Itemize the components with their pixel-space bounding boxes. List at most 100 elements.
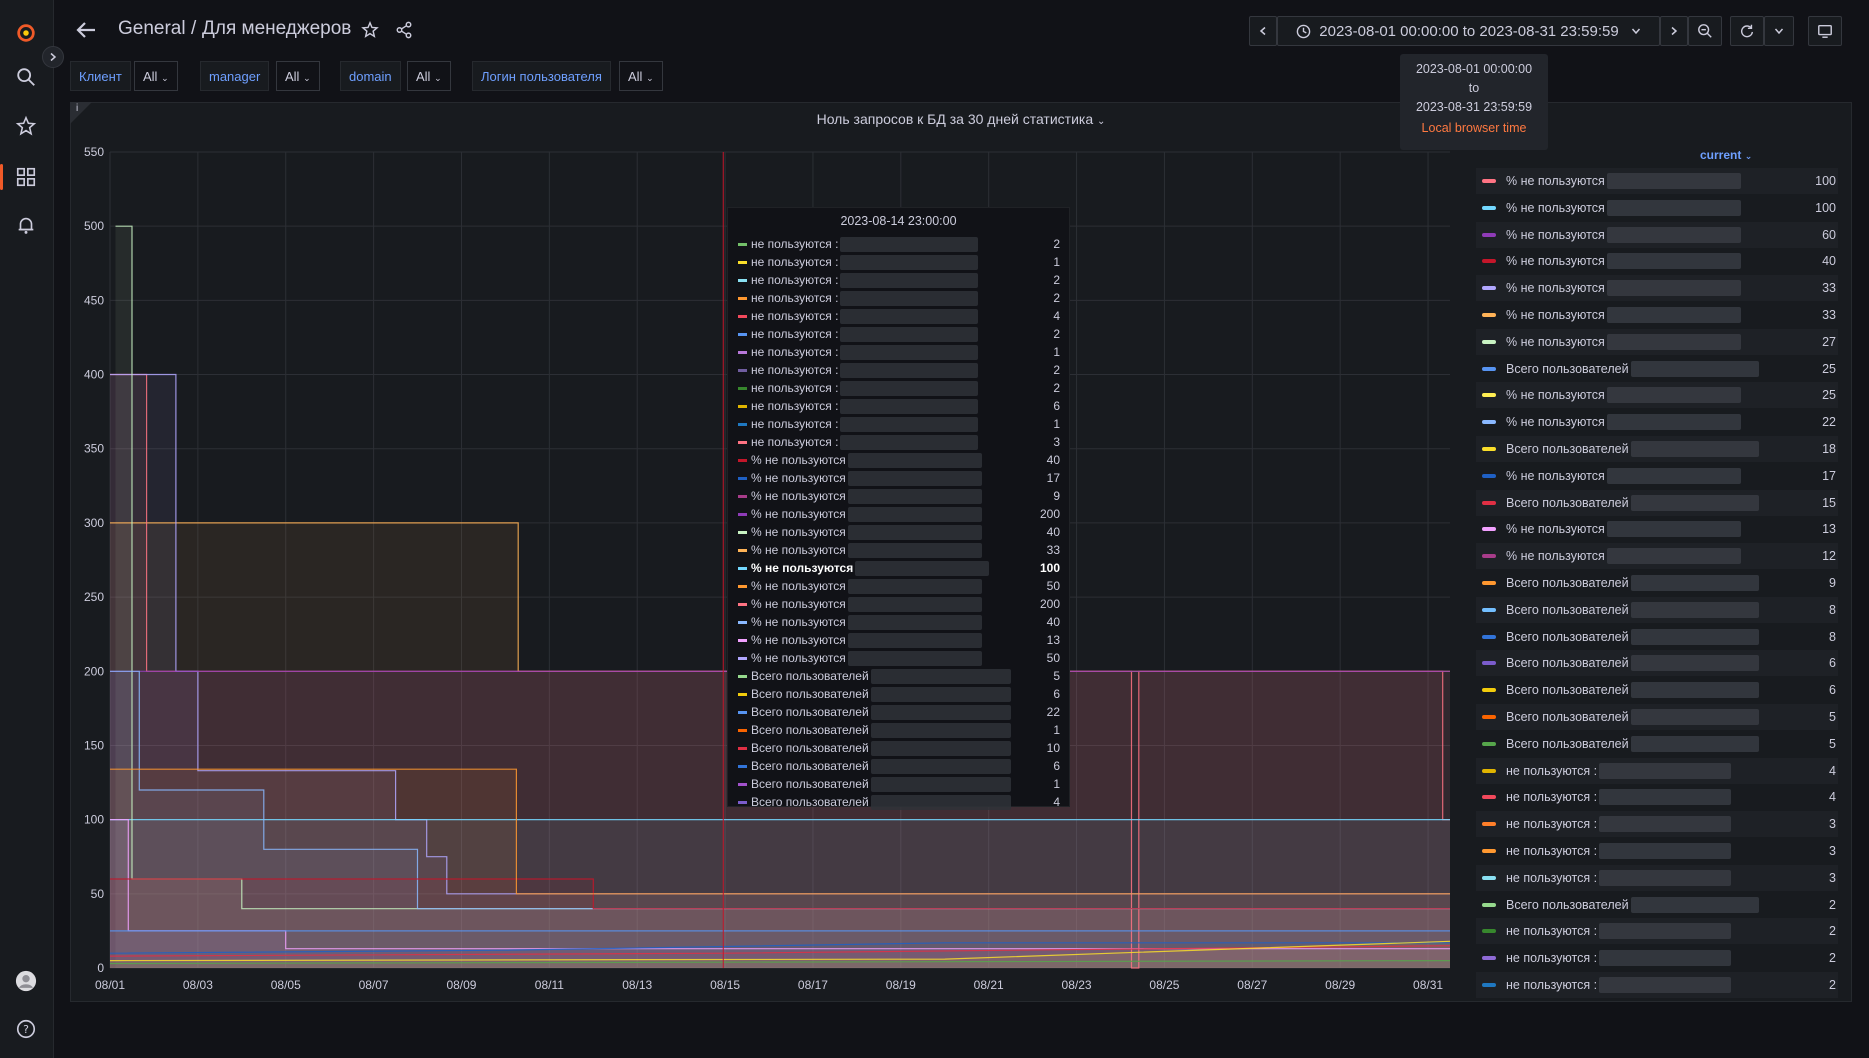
tooltip-color-swatch: [738, 260, 747, 264]
tooltip-series-value: 22: [1046, 705, 1060, 719]
legend-item-value: 2: [1829, 924, 1836, 939]
legend-item[interactable]: % не пользуются 60: [1476, 221, 1838, 248]
tooltip-color-swatch: [738, 494, 747, 498]
legend-item[interactable]: % не пользуются 100: [1476, 195, 1838, 221]
legend-item[interactable]: не пользуются : 4: [1476, 757, 1838, 784]
legend-item-name: % не пользуются: [1506, 388, 1605, 403]
legend-item[interactable]: Всего пользователей 8: [1476, 596, 1838, 623]
legend-item[interactable]: Всего пользователей 9: [1476, 570, 1838, 596]
redacted-series-label: [1606, 307, 1741, 323]
redacted-series-label: [1606, 387, 1741, 404]
tooltip-row: Всего пользователей 6: [738, 685, 1060, 703]
tooltip-series-value: 4: [1053, 309, 1060, 323]
y-tick-label: 100: [84, 813, 104, 827]
legend-item[interactable]: не пользуются : 2: [1476, 918, 1838, 945]
tooltip-color-swatch: [738, 350, 747, 354]
tooltip-row: % не пользуются 50: [738, 577, 1060, 595]
tooltip-color-swatch: [738, 728, 747, 732]
legend-item[interactable]: Всего пользователей 6: [1476, 650, 1838, 677]
redacted-series-label: [870, 740, 1011, 756]
legend-item[interactable]: Всего пользователей 18: [1476, 436, 1838, 462]
legend-item-name: Всего пользователей: [1506, 602, 1629, 617]
tooltip-series-name: Всего пользователей: [751, 705, 869, 719]
tooltip-series-name: % не пользуются: [751, 471, 846, 485]
legend-item-name: % не пользуются: [1506, 281, 1605, 296]
legend-item[interactable]: не пользуются : 3: [1476, 838, 1838, 864]
legend-color-swatch: [1482, 259, 1496, 264]
redacted-series-label: [1630, 896, 1759, 913]
tooltip-series-value: 100: [1039, 561, 1060, 575]
tooltip-color-swatch: [738, 386, 747, 390]
tooltip-series-value: 4: [1053, 795, 1060, 809]
redacted-series-label: [1599, 977, 1732, 993]
tooltip-row: % не пользуются 40: [738, 451, 1060, 469]
expand-menu-button[interactable]: [42, 46, 64, 68]
legend-item-value: 25: [1822, 361, 1836, 376]
tooltip-series-name: % не пользуются: [751, 525, 846, 539]
redacted-series-label: [1599, 843, 1732, 859]
legend-item[interactable]: Всего пользователей 15: [1476, 489, 1838, 516]
legend-item-value: 33: [1822, 308, 1836, 322]
redacted-series-label: [1599, 923, 1732, 940]
legend-item[interactable]: Всего пользователей 2: [1476, 892, 1838, 918]
redacted-series-label: [1630, 601, 1759, 618]
legend-item[interactable]: Всего пользователей 6: [1476, 677, 1838, 703]
legend-item[interactable]: не пользуются : 3: [1476, 864, 1838, 891]
redacted-series-label: [847, 650, 982, 666]
x-tick-label: 08/29: [1325, 978, 1355, 992]
tooltip-series-value: 3: [1053, 435, 1060, 449]
legend-item[interactable]: Всего пользователей 5: [1476, 704, 1838, 730]
tooltip-series-name: не пользуются :: [751, 237, 839, 251]
legend-item[interactable]: % не пользуются 40: [1476, 248, 1838, 274]
redacted-series-label: [840, 308, 979, 324]
tooltip-color-swatch: [738, 530, 747, 534]
tooltip-row: не пользуются : 2: [738, 361, 1060, 379]
legend-item[interactable]: % не пользуются 100: [1476, 168, 1838, 194]
tooltip-series-value: 40: [1046, 525, 1060, 539]
legend-color-swatch: [1482, 205, 1496, 210]
legend-color-swatch: [1482, 607, 1496, 612]
legend-color-swatch: [1482, 313, 1496, 317]
redacted-series-label: [847, 632, 982, 648]
tooltip-series-name: Всего пользователей: [751, 723, 869, 737]
legend-item-value: 3: [1829, 844, 1836, 858]
y-tick-label: 300: [84, 516, 104, 530]
legend-item[interactable]: не пользуются : 2: [1476, 945, 1838, 971]
tooltip-series-value: 6: [1053, 687, 1060, 701]
legend-item-value: 13: [1822, 522, 1836, 537]
legend-item[interactable]: % не пользуются 12: [1476, 543, 1838, 570]
legend-item-name: Всего пользователей: [1506, 683, 1629, 698]
tooltip-time: 2023-08-14 23:00:00: [840, 214, 957, 228]
redacted-series-label: [840, 398, 979, 414]
legend-item-value: 15: [1822, 495, 1836, 510]
legend-item-value: 4: [1829, 790, 1836, 805]
legend-item-name: % не пользуются: [1506, 200, 1605, 215]
legend-item[interactable]: Всего пользователей 5: [1476, 731, 1838, 757]
legend-item[interactable]: не пользуются : 3: [1476, 811, 1838, 838]
legend-item[interactable]: % не пользуются 25: [1476, 382, 1838, 409]
legend-item[interactable]: % не пользуются 13: [1476, 516, 1838, 542]
legend-item[interactable]: не пользуются : 2: [1476, 972, 1838, 998]
legend-item[interactable]: Всего пользователей 8: [1476, 624, 1838, 650]
legend-item[interactable]: % не пользуются 33: [1476, 302, 1838, 328]
tooltip-row: Всего пользователей 4: [738, 793, 1060, 811]
legend-item-value: 17: [1822, 468, 1836, 483]
legend-item[interactable]: не пользуются : 4: [1476, 784, 1838, 810]
legend-item-value: 2: [1829, 978, 1836, 992]
legend-item[interactable]: Всего пользователей 25: [1476, 356, 1838, 382]
tooltip-color-swatch: [738, 764, 747, 768]
legend-item[interactable]: % не пользуются 17: [1476, 463, 1838, 489]
redacted-series-label: [870, 758, 1011, 774]
tooltip-row: % не пользуются 100: [738, 559, 1060, 577]
redacted-series-label: [855, 560, 990, 576]
legend-item[interactable]: % не пользуются 22: [1476, 409, 1838, 435]
legend-sort-current[interactable]: current ⌄: [1700, 148, 1752, 162]
legend-item[interactable]: % не пользуются 33: [1476, 275, 1838, 302]
legend-color-swatch: [1482, 420, 1496, 425]
legend-color-swatch: [1482, 956, 1496, 961]
legend-item[interactable]: % не пользуются 27: [1476, 328, 1838, 355]
tooltip-series-value: 40: [1046, 615, 1060, 629]
legend-color-swatch: [1482, 849, 1496, 853]
x-tick-label: 08/23: [1062, 978, 1092, 992]
time-to-word: to: [1468, 81, 1480, 95]
